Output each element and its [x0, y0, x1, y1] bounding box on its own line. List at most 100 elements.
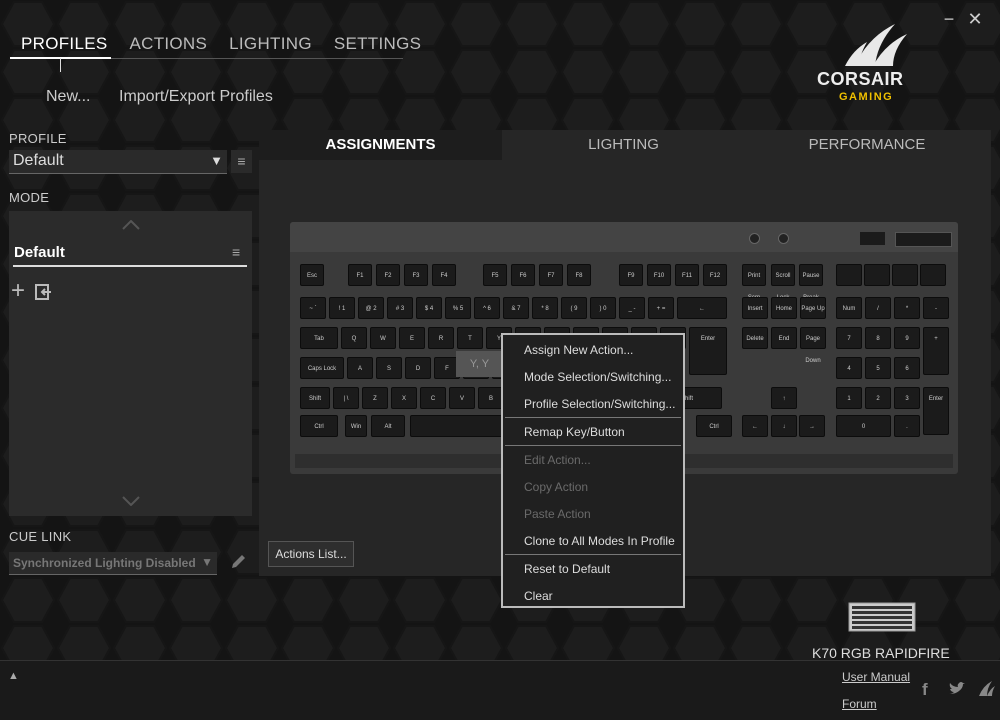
key-num[interactable]: Home	[771, 297, 797, 319]
key-fn[interactable]: F11	[675, 264, 699, 286]
menu-item-assign-new-action[interactable]: Assign New Action...	[524, 343, 633, 357]
key-num[interactable]: -	[923, 297, 949, 319]
key-q[interactable]: +	[923, 327, 949, 375]
cue-link-select[interactable]: Synchronized Lighting Disabled ▼	[9, 552, 217, 575]
key-fn[interactable]: F9	[619, 264, 643, 286]
key-num[interactable]: ^ 6	[474, 297, 500, 319]
actions-list-button[interactable]: Actions List...	[268, 541, 354, 567]
key-z[interactable]: | \	[333, 387, 359, 409]
key-fn[interactable]: Esc	[300, 264, 324, 286]
key-a[interactable]: 5	[865, 357, 891, 379]
menu-item-reset-to-default[interactable]: Reset to Default	[524, 562, 610, 576]
lock-button[interactable]	[778, 233, 789, 244]
key-a[interactable]: 4	[836, 357, 862, 379]
twitter-icon[interactable]	[948, 682, 966, 696]
key-bottom[interactable]: .	[894, 415, 920, 437]
key-fn[interactable]: F2	[376, 264, 400, 286]
media-key[interactable]	[920, 264, 946, 286]
key-bottom[interactable]: Ctrl	[696, 415, 732, 437]
key-bottom[interactable]: 0	[836, 415, 891, 437]
key-num[interactable]: Page Up	[800, 297, 826, 319]
nav-tab-actions[interactable]: ACTIONS	[118, 34, 218, 58]
tab-lighting[interactable]: LIGHTING	[502, 130, 745, 160]
key-num[interactable]: /	[865, 297, 891, 319]
key-num[interactable]: # 3	[387, 297, 413, 319]
key-fn[interactable]: F7	[539, 264, 563, 286]
tab-performance[interactable]: PERFORMANCE	[745, 130, 989, 160]
key-z[interactable]: C	[420, 387, 446, 409]
key-num[interactable]: _ -	[619, 297, 645, 319]
key-fn[interactable]: Print Scrn	[742, 264, 766, 301]
key-num[interactable]: Insert	[742, 297, 768, 319]
key-fn[interactable]: F8	[567, 264, 591, 286]
key-q[interactable]: R	[428, 327, 454, 349]
key-z[interactable]: X	[391, 387, 417, 409]
key-fn[interactable]: F3	[404, 264, 428, 286]
profile-select[interactable]: Default ▼	[9, 150, 227, 174]
media-key[interactable]	[864, 264, 890, 286]
key-bottom[interactable]: Alt	[371, 415, 405, 437]
menu-item-mode-selection[interactable]: Mode Selection/Switching...	[524, 370, 671, 384]
key-fn[interactable]: Scroll Lock	[771, 264, 795, 301]
key-num[interactable]: $ 4	[416, 297, 442, 319]
key-num[interactable]: ( 9	[561, 297, 587, 319]
scroll-up-icon[interactable]	[122, 217, 140, 231]
key-fn[interactable]: F10	[647, 264, 671, 286]
user-manual-link[interactable]: User Manual	[842, 670, 910, 684]
key-q[interactable]: 9	[894, 327, 920, 349]
key-q[interactable]: End	[771, 327, 797, 349]
menu-item-remap-key[interactable]: Remap Key/Button	[524, 425, 625, 439]
pencil-icon[interactable]	[229, 553, 247, 571]
key-bottom[interactable]: ↓	[771, 415, 797, 437]
key-z[interactable]: Z	[362, 387, 388, 409]
key-z[interactable]: 1	[836, 387, 862, 409]
key-fn[interactable]: F12	[703, 264, 727, 286]
key-num[interactable]: ~ `	[300, 297, 326, 319]
key-fn[interactable]: F4	[432, 264, 456, 286]
key-num[interactable]: * 8	[532, 297, 558, 319]
key-fn[interactable]: F1	[348, 264, 372, 286]
key-num[interactable]: + =	[648, 297, 674, 319]
key-a[interactable]: A	[347, 357, 373, 379]
scroll-down-icon[interactable]	[122, 493, 140, 511]
nav-tab-settings[interactable]: SETTINGS	[323, 34, 432, 58]
key-z[interactable]: Shift	[300, 387, 330, 409]
key-a[interactable]: 6	[894, 357, 920, 379]
key-bottom[interactable]: Ctrl	[300, 415, 338, 437]
menu-item-clear[interactable]: Clear	[524, 589, 553, 603]
key-num[interactable]: ! 1	[329, 297, 355, 319]
key-q[interactable]: Page Down	[800, 327, 826, 364]
key-num[interactable]: % 5	[445, 297, 471, 319]
key-num[interactable]: *	[894, 297, 920, 319]
key-q[interactable]: 7	[836, 327, 862, 349]
brightness-button[interactable]	[749, 233, 760, 244]
key-q[interactable]: E	[399, 327, 425, 349]
key-num[interactable]: ) 0	[590, 297, 616, 319]
key-q[interactable]: W	[370, 327, 396, 349]
menu-item-clone-to-all-modes[interactable]: Clone to All Modes In Profile	[524, 534, 675, 548]
minimize-button[interactable]: −	[940, 10, 958, 28]
menu-item-profile-selection[interactable]: Profile Selection/Switching...	[524, 397, 675, 411]
key-fn[interactable]: F5	[483, 264, 507, 286]
profile-menu-icon[interactable]: ≡	[231, 150, 252, 173]
key-q[interactable]: Delete	[742, 327, 768, 349]
key-q[interactable]: T	[457, 327, 483, 349]
nav-tab-lighting[interactable]: LIGHTING	[218, 34, 323, 58]
keyboard-device-icon[interactable]	[848, 602, 916, 634]
mode-selected[interactable]: Default	[14, 244, 65, 261]
key-z[interactable]: V	[449, 387, 475, 409]
corsair-icon[interactable]	[976, 680, 996, 698]
add-mode-icon[interactable]: +	[11, 279, 25, 303]
key-a[interactable]: Caps Lock	[300, 357, 344, 379]
volume-roller[interactable]	[895, 232, 952, 247]
media-key[interactable]	[892, 264, 918, 286]
import-icon[interactable]	[35, 283, 53, 301]
key-bottom[interactable]: →	[799, 415, 825, 437]
key-num[interactable]: & 7	[503, 297, 529, 319]
facebook-icon[interactable]: f	[922, 680, 928, 700]
mode-menu-icon[interactable]: ≡	[232, 244, 240, 260]
key-q[interactable]: Enter	[689, 327, 727, 375]
key-num[interactable]: @ 2	[358, 297, 384, 319]
media-key[interactable]	[836, 264, 862, 286]
forum-link[interactable]: Forum	[842, 697, 877, 711]
